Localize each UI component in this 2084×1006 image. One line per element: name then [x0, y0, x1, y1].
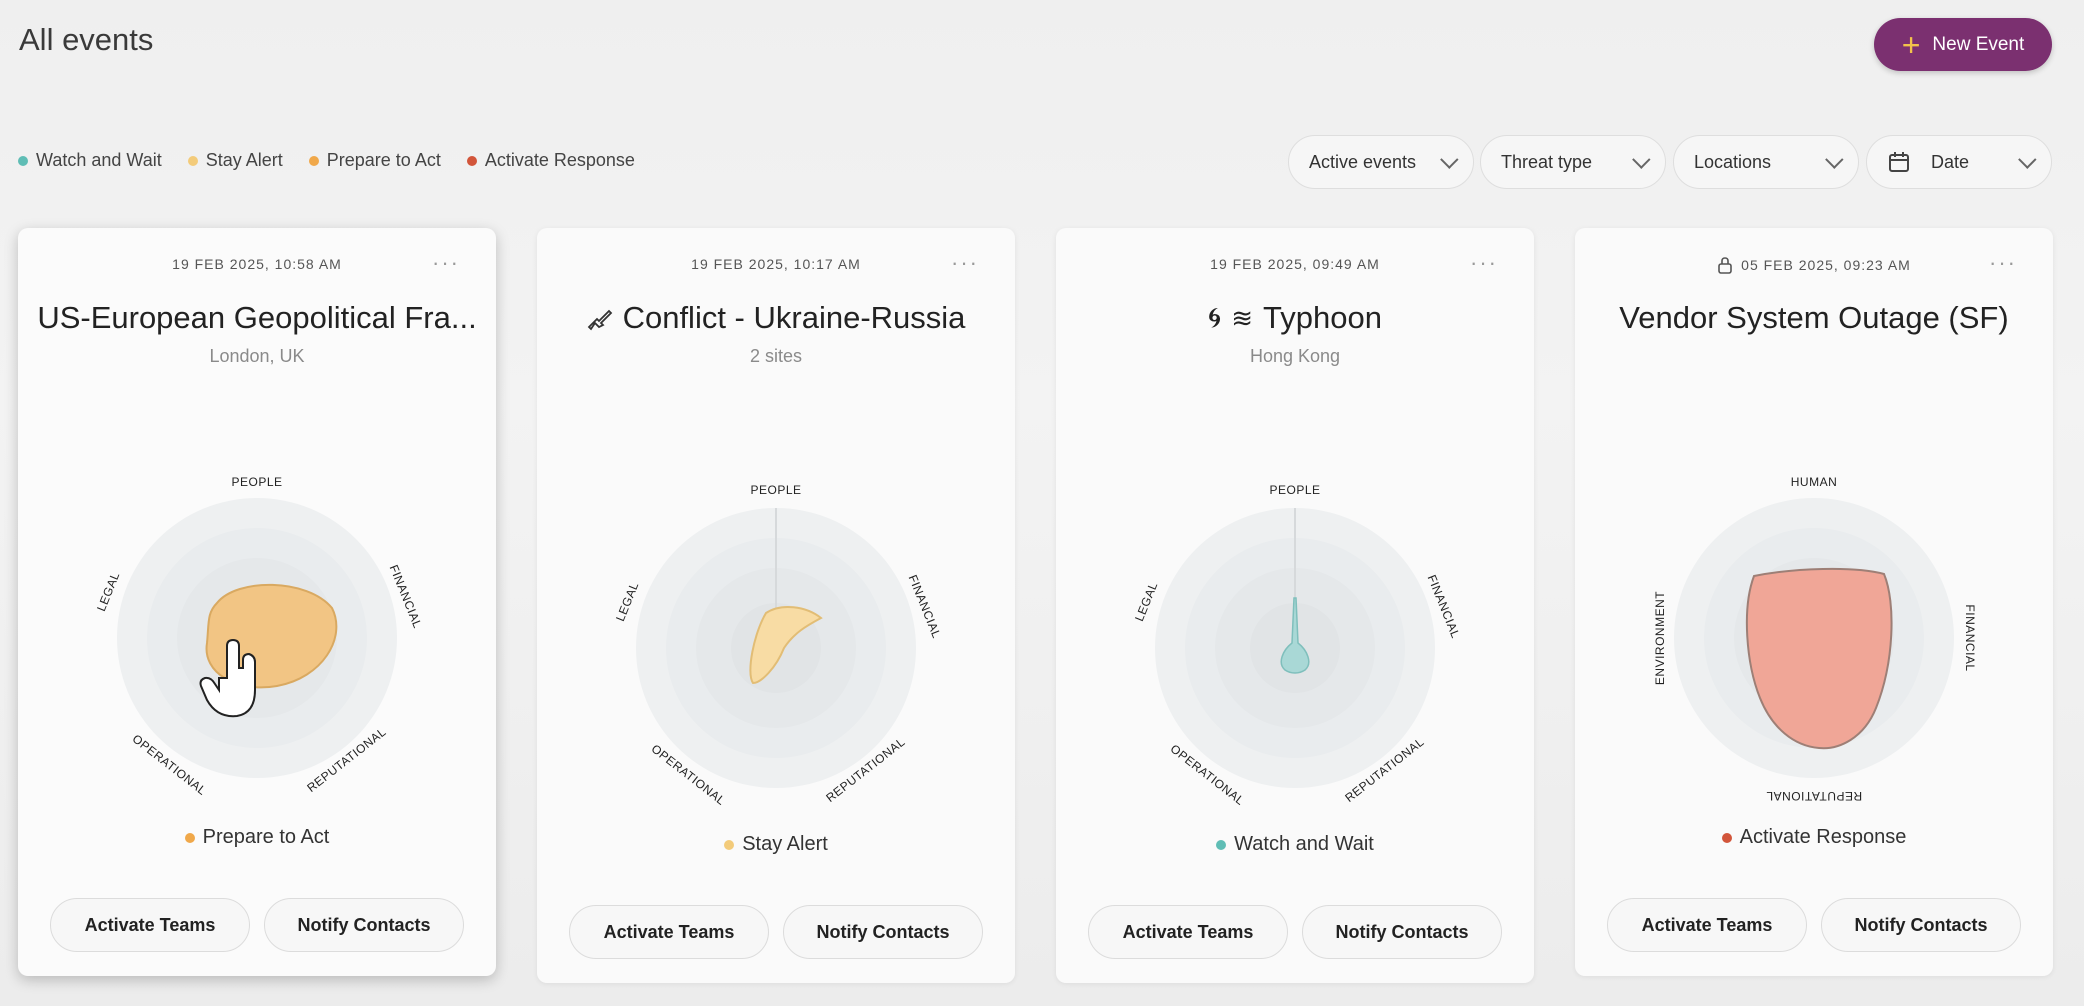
- notify-contacts-button[interactable]: Notify Contacts: [783, 905, 983, 959]
- active-events-filter[interactable]: Active events: [1288, 135, 1474, 189]
- filter-label: Date: [1931, 151, 1970, 172]
- legend-item-activate: Activate Response: [466, 150, 635, 171]
- legend-dot: [187, 155, 198, 166]
- event-location: London, UK: [209, 346, 305, 366]
- status-dot: [184, 832, 195, 843]
- legend-item-prepare: Prepare to Act: [308, 150, 441, 171]
- status-indicator: Prepare to Act: [18, 826, 496, 849]
- axis-label: LEGAL: [613, 580, 641, 623]
- event-card[interactable]: 05 FEB 2025, 09:23 AM ··· Vendor System …: [1575, 228, 2053, 976]
- activate-teams-button[interactable]: Activate Teams: [50, 898, 250, 952]
- rifle-icon: [587, 309, 612, 331]
- new-event-button[interactable]: + New Event: [1874, 18, 2052, 71]
- event-location: Hong Kong: [1249, 346, 1341, 366]
- impact-radar-chart: HUMAN FINANCIAL REPUTATIONAL ENVIRONMENT: [1653, 475, 1977, 803]
- calendar-icon: [1889, 152, 1909, 172]
- legend-label: Watch and Wait: [36, 150, 162, 170]
- filter-label: Threat type: [1501, 151, 1593, 172]
- event-card[interactable]: 19 FEB 2025, 09:49 AM ··· 🌀︎ ≋ Typhoon H…: [1056, 228, 1534, 983]
- axis-label: LEGAL: [94, 570, 122, 613]
- legend-dot: [308, 155, 319, 166]
- legend-label: Activate Response: [484, 150, 635, 170]
- legend-item-watch: Watch and Wait: [18, 150, 162, 171]
- status-dot: [724, 839, 735, 850]
- legend-dot: [18, 155, 28, 166]
- legend-label: Stay Alert: [205, 150, 283, 170]
- chevron-down-icon: [1440, 149, 1459, 169]
- event-date: 05 FEB 2025, 09:23 AM: [1575, 256, 2053, 274]
- notify-contacts-button[interactable]: Notify Contacts: [1302, 905, 1502, 959]
- status-indicator: Activate Response: [1575, 826, 2053, 849]
- chevron-down-icon: [2018, 149, 2037, 169]
- impact-radar-chart: PEOPLE FINANCIAL REPUTATIONAL OPERATIONA…: [94, 475, 425, 798]
- event-date: 19 FEB 2025, 09:49 AM: [1210, 256, 1380, 272]
- event-location: 2 sites: [749, 346, 803, 366]
- date-filter[interactable]: Date: [1866, 135, 2052, 189]
- severity-legend: Watch and Wait Stay Alert Prepare to Act…: [18, 150, 635, 171]
- event-date: 19 FEB 2025, 10:17 AM: [691, 256, 861, 272]
- notify-contacts-button[interactable]: Notify Contacts: [264, 898, 464, 952]
- axis-label: PEOPLE: [750, 483, 801, 497]
- event-title: Vendor System Outage (SF): [1619, 300, 2009, 335]
- event-card[interactable]: 19 FEB 2025, 10:58 AM ··· US-European Ge…: [18, 228, 496, 976]
- filter-label: Active events: [1309, 151, 1417, 172]
- status-indicator: Watch and Wait: [1056, 833, 1534, 856]
- chevron-down-icon: [1632, 149, 1651, 169]
- activate-teams-button[interactable]: Activate Teams: [569, 905, 769, 959]
- event-date: 19 FEB 2025, 10:58 AM: [172, 256, 342, 272]
- legend-dot: [466, 155, 477, 166]
- new-event-label: New Event: [1932, 33, 2025, 55]
- axis-label: REPUTATIONAL: [1766, 789, 1862, 803]
- event-title: 🌀︎ ≋ Typhoon: [1208, 300, 1382, 335]
- event-title: Conflict - Ukraine-Russia: [537, 300, 1015, 336]
- notify-contacts-button[interactable]: Notify Contacts: [1821, 898, 2021, 952]
- page-title: All events: [19, 22, 154, 57]
- lock-icon: [1718, 257, 1732, 274]
- legend-item-stay-alert: Stay Alert: [187, 150, 283, 171]
- impact-radar-chart: PEOPLE FINANCIAL REPUTATIONAL OPERATIONA…: [1132, 483, 1463, 808]
- activate-teams-button[interactable]: Activate Teams: [1088, 905, 1288, 959]
- axis-label: PEOPLE: [1269, 483, 1320, 497]
- event-title: US-European Geopolitical Fra...: [37, 300, 477, 335]
- status-indicator: Stay Alert: [537, 833, 1015, 856]
- axis-label: HUMAN: [1791, 475, 1838, 489]
- more-icon[interactable]: ···: [1989, 250, 2017, 276]
- plus-icon: +: [1901, 26, 1921, 63]
- activate-teams-button[interactable]: Activate Teams: [1607, 898, 1807, 952]
- filter-label: Locations: [1694, 151, 1772, 172]
- chevron-down-icon: [1825, 149, 1844, 169]
- waves-icon: ≋: [1231, 302, 1254, 333]
- event-card[interactable]: 19 FEB 2025, 10:17 AM ··· Conflict - Ukr…: [537, 228, 1015, 983]
- impact-radar-chart: PEOPLE FINANCIAL REPUTATIONAL OPERATIONA…: [613, 483, 944, 808]
- axis-label: FINANCIAL: [1963, 604, 1977, 671]
- more-icon[interactable]: ···: [432, 250, 460, 276]
- more-icon[interactable]: ···: [1470, 250, 1498, 276]
- axis-label: PEOPLE: [231, 475, 282, 489]
- locations-filter[interactable]: Locations: [1673, 135, 1859, 189]
- axis-label: ENVIRONMENT: [1653, 591, 1667, 685]
- legend-label: Prepare to Act: [326, 150, 441, 170]
- threat-type-filter[interactable]: Threat type: [1480, 135, 1666, 189]
- status-dot: [1216, 839, 1227, 850]
- status-dot: [1721, 832, 1732, 843]
- axis-label: LEGAL: [1132, 580, 1160, 623]
- more-icon[interactable]: ···: [951, 250, 979, 276]
- cyclone-icon: 🌀︎: [1208, 301, 1222, 333]
